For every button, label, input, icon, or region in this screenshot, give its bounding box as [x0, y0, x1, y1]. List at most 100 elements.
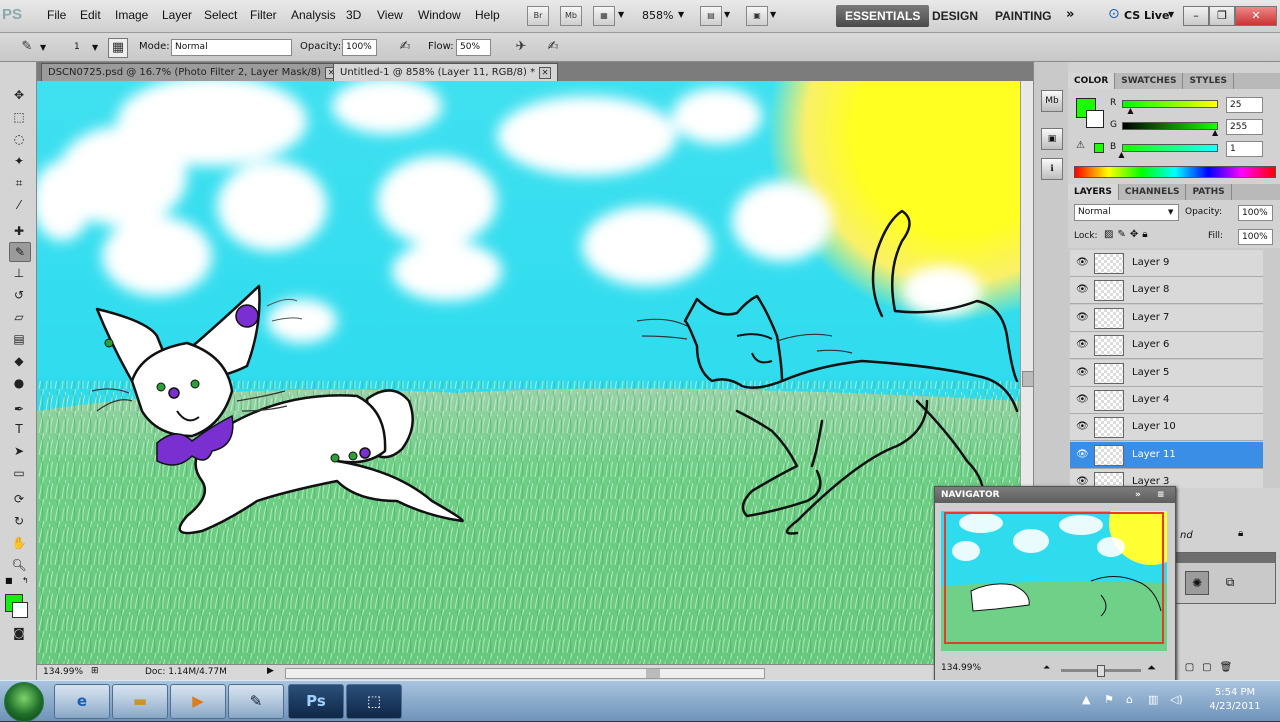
gamut-swatch[interactable]	[1094, 143, 1104, 153]
panel-menu-icon[interactable]: ≡	[1157, 487, 1165, 503]
pressure-opacity-icon[interactable]: ✍	[396, 38, 414, 56]
lasso-tool-icon[interactable]: ◌	[9, 130, 29, 148]
flow-input[interactable]: 50%	[456, 39, 491, 56]
cs-live-button[interactable]: CS Live	[1124, 9, 1169, 22]
menu-file[interactable]: File	[47, 8, 66, 22]
restore-button[interactable]: ❐	[1209, 6, 1235, 26]
opacity-input[interactable]: 100%	[342, 39, 377, 56]
network-icon[interactable]: ▥	[1148, 693, 1158, 706]
layer-thumbnail[interactable]	[1094, 444, 1124, 466]
start-button[interactable]	[4, 682, 44, 722]
tablet-app-icon[interactable]: ⬚	[346, 684, 402, 719]
blur-tool-icon[interactable]: ◆	[9, 352, 29, 370]
navigator-zoom-slider[interactable]	[1061, 665, 1141, 677]
marquee-tool-icon[interactable]: ⬚	[9, 108, 29, 126]
layer-row[interactable]: 👁︎ Layer 11	[1070, 441, 1263, 469]
tab-styles[interactable]: STYLES	[1183, 73, 1234, 89]
layer-thumbnail[interactable]	[1094, 253, 1124, 274]
type-tool-icon[interactable]: T	[9, 420, 29, 438]
visibility-eye-icon[interactable]: 👁︎	[1076, 449, 1089, 461]
volume-icon[interactable]: ◁)	[1170, 693, 1183, 706]
background-color-swatch[interactable]	[12, 602, 28, 618]
pressure-size-icon[interactable]: ✍	[544, 38, 562, 56]
file-explorer-icon[interactable]: ▬	[112, 684, 168, 719]
chevron-down-icon[interactable]: ▼	[770, 10, 776, 19]
tab-untitled-1[interactable]: Untitled-1 @ 858% (Layer 11, RGB/8) * ✕	[333, 63, 559, 82]
visibility-eye-icon[interactable]: 👁︎	[1076, 421, 1089, 433]
blue-value-input[interactable]: 1	[1226, 141, 1263, 157]
more-workspaces-icon[interactable]: »	[1066, 7, 1074, 22]
shape-tool-icon[interactable]: ▭	[9, 464, 29, 482]
show-hidden-icons-icon[interactable]: ▲	[1082, 693, 1090, 706]
photoshop-taskbar-icon[interactable]: Ps	[288, 684, 344, 719]
hand-tool-icon[interactable]: ✋	[9, 534, 29, 552]
chevron-down-icon[interactable]: ▼	[92, 43, 98, 52]
zoom-in-icon[interactable]: ⏶	[1147, 661, 1156, 675]
navigator-zoom-value[interactable]: 134.99%	[941, 663, 981, 673]
scroll-thumb[interactable]	[646, 669, 660, 678]
tab-dscn0725[interactable]: DSCN0725.psd @ 16.7% (Photo Filter 2, La…	[41, 63, 345, 82]
layer-thumbnail[interactable]	[1094, 280, 1124, 302]
pen-tool-icon[interactable]: ✒	[9, 400, 29, 418]
zoom-out-icon[interactable]: ⏶	[1043, 663, 1050, 673]
workspace-essentials[interactable]: ESSENTIALS	[836, 5, 930, 27]
layer-row[interactable]: 👁︎ Layer 6	[1070, 332, 1263, 360]
brush-size-value[interactable]: 1	[74, 42, 80, 52]
airbrush-icon[interactable]: ✈	[512, 38, 530, 56]
chevron-down-icon[interactable]: ▼	[1168, 10, 1174, 19]
menu-image[interactable]: Image	[115, 8, 148, 22]
3d-orbit-tool-icon[interactable]: ↻	[9, 512, 29, 530]
quick-select-tool-icon[interactable]: ✦	[9, 152, 29, 170]
media-player-icon[interactable]: ▶	[170, 684, 226, 719]
layer-thumbnail[interactable]	[1094, 362, 1124, 384]
stamp-tool-icon[interactable]: ⊥	[9, 264, 29, 282]
healing-brush-tool-icon[interactable]: ✚	[9, 222, 29, 240]
layer-row[interactable]: 👁︎ Layer 8	[1070, 277, 1263, 305]
system-clock[interactable]: 5:54 PM 4/23/2011	[1196, 686, 1274, 714]
move-tool-icon[interactable]: ✥	[9, 86, 29, 104]
dodge-tool-icon[interactable]: ●	[9, 374, 29, 392]
canvas-horizontal-scrollbar[interactable]	[285, 668, 765, 679]
eyedropper-tool-icon[interactable]: ⁄	[9, 196, 29, 214]
tab-swatches[interactable]: SWATCHES	[1115, 73, 1184, 89]
3d-rotate-tool-icon[interactable]: ⟳	[9, 490, 29, 508]
gimp-icon[interactable]: ✎	[228, 684, 284, 719]
layer-row[interactable]: 👁︎ Layer 4	[1070, 387, 1263, 414]
mini-bridge-icon[interactable]: Mb	[560, 6, 582, 26]
device-icon[interactable]: ⌂	[1126, 693, 1133, 706]
history-brush-tool-icon[interactable]: ↺	[9, 286, 29, 304]
brush-tool-icon[interactable]: ✎	[9, 242, 31, 262]
visibility-eye-icon[interactable]: 👁︎	[1076, 367, 1089, 379]
zoom-level-select[interactable]: 858%	[642, 9, 673, 22]
menu-layer[interactable]: Layer	[162, 8, 192, 22]
menu-help[interactable]: Help	[475, 8, 500, 22]
default-colors-icon[interactable]: ■	[5, 576, 13, 585]
arrange-documents-icon[interactable]: ▤	[700, 6, 722, 26]
background-color-swatch[interactable]	[1086, 110, 1104, 128]
brush-panel-icon[interactable]: ▦	[108, 38, 128, 58]
gradient-tool-icon[interactable]: ▤	[9, 330, 29, 348]
layer-actions-bar[interactable]: ◐▢▢🗑︎	[1168, 662, 1280, 678]
visibility-eye-icon[interactable]: 👁︎	[1076, 312, 1089, 324]
layer-row[interactable]: 👁︎ Layer 7	[1070, 304, 1263, 332]
red-value-input[interactable]: 25	[1226, 97, 1263, 113]
mode-select[interactable]: Normal	[171, 39, 292, 56]
bridge-icon[interactable]: Br	[527, 6, 549, 26]
layer-row[interactable]: 👁︎ Layer 5	[1070, 359, 1263, 387]
fill-input[interactable]: 100%	[1238, 229, 1273, 245]
screen-mode-icon[interactable]: ▣	[746, 6, 768, 26]
menu-filter[interactable]: Filter	[250, 8, 277, 22]
layer-thumbnail[interactable]	[1094, 417, 1124, 439]
layer-thumbnail[interactable]	[1094, 335, 1124, 357]
tab-color[interactable]: COLOR	[1068, 73, 1116, 89]
visibility-eye-icon[interactable]: 👁︎	[1076, 284, 1089, 296]
chevron-down-icon[interactable]: ▼	[618, 10, 624, 19]
quick-mask-icon[interactable]: ◙	[9, 624, 29, 642]
mini-bridge-panel-icon[interactable]: Mb	[1041, 90, 1063, 112]
menu-view[interactable]: View	[377, 8, 403, 22]
visibility-eye-icon[interactable]: 👁︎	[1076, 257, 1089, 269]
red-slider[interactable]	[1122, 100, 1218, 108]
workspace-design[interactable]: DESIGN	[923, 5, 987, 27]
green-slider-thumb[interactable]: ▲	[1212, 128, 1218, 137]
tab-channels[interactable]: CHANNELS	[1118, 184, 1187, 200]
